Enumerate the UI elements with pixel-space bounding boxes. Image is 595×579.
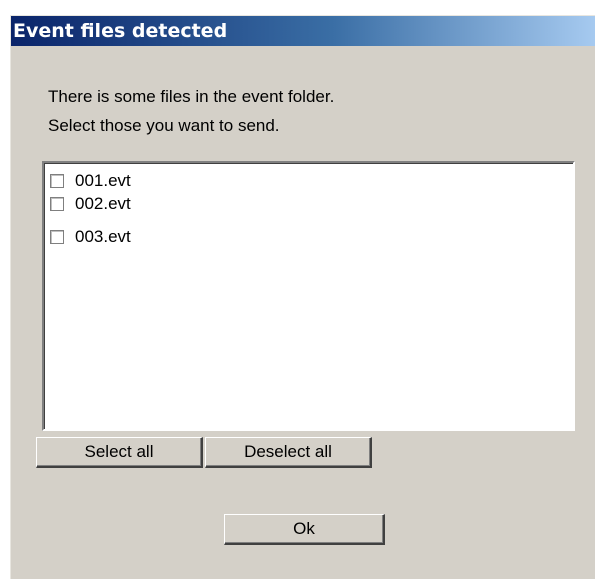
dialog-title-bar[interactable]: Event files detected	[11, 16, 595, 46]
dialog-title: Event files detected	[13, 20, 228, 42]
ok-button[interactable]: Ok	[224, 514, 385, 545]
file-checkbox[interactable]	[50, 230, 64, 244]
file-name: 001.evt	[75, 171, 131, 190]
file-checkbox[interactable]	[50, 174, 64, 188]
file-item-003[interactable]: 003.evt	[50, 226, 131, 248]
message-line-1: There is some files in the event folder.	[48, 87, 335, 106]
deselect-all-button[interactable]: Deselect all	[205, 437, 372, 468]
file-checkbox[interactable]	[50, 197, 64, 211]
file-listbox[interactable]: 001.evt 002.evt 003.evt	[42, 161, 575, 431]
file-name: 002.evt	[75, 194, 131, 213]
dialog-message: There is some files in the event folder.…	[48, 82, 334, 140]
file-item-001[interactable]: 001.evt	[50, 170, 131, 192]
file-name: 003.evt	[75, 227, 131, 246]
file-item-002[interactable]: 002.evt	[50, 193, 131, 215]
message-line-2: Select those you want to send.	[48, 116, 280, 135]
select-all-button[interactable]: Select all	[36, 437, 203, 468]
